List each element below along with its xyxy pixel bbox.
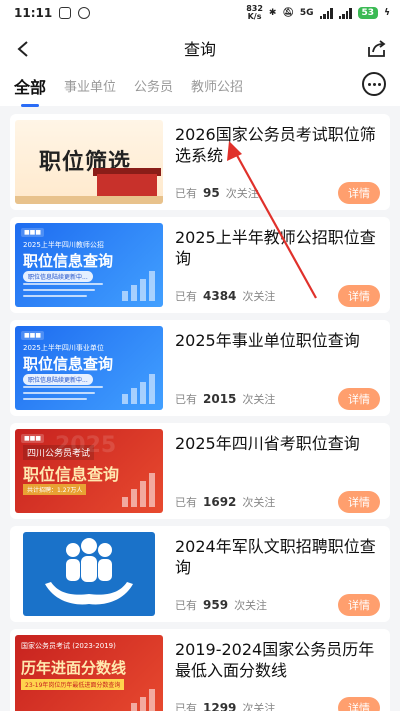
ground-shape xyxy=(15,196,163,204)
item-title: 2026国家公务员考试职位筛选系统 xyxy=(175,125,376,165)
tab-teacher-recruitment[interactable]: 教师公招 xyxy=(191,74,243,95)
thumbnail-bar-graphic xyxy=(122,374,155,404)
mute-icon: 🔕︎ xyxy=(282,8,294,18)
brand-logo: ■■■ xyxy=(21,331,45,340)
details-button[interactable]: 详情 xyxy=(338,388,380,410)
data-saver-icon xyxy=(78,7,91,19)
thumbnail-subtitle: 2025上半年四川事业单位 xyxy=(23,344,104,352)
follow-prefix: 已有 xyxy=(175,187,197,200)
follow-prefix: 已有 xyxy=(175,393,197,406)
status-bar: 11:11 832 K/s ✱ 🔕︎ 5G 53 ϟ xyxy=(0,0,400,26)
net-speed-unit: K/s xyxy=(247,12,262,21)
more-options-icon xyxy=(367,82,371,86)
thumbnail-title: 职位信息查询 xyxy=(23,252,114,270)
list-item[interactable]: ■■■ 2025上半年四川教师公招 职位信息查询 职位信息陆续更新中... 20… xyxy=(10,217,390,313)
thumbnail-bar-graphic xyxy=(131,689,155,711)
item-title: 2025年四川省考职位查询 xyxy=(175,434,360,453)
follow-prefix: 已有 xyxy=(175,599,197,612)
thumbnail-text-lines xyxy=(23,386,103,404)
list-item[interactable]: ■■■ 2025上半年四川事业单位 职位信息查询 职位信息陆续更新中... 20… xyxy=(10,320,390,416)
details-button[interactable]: 详情 xyxy=(338,182,380,204)
item-thumbnail: ■■■ 2025上半年四川事业单位 职位信息查询 职位信息陆续更新中... xyxy=(15,326,163,410)
follow-prefix: 已有 xyxy=(175,702,197,711)
follow-count: 959 xyxy=(203,598,229,612)
item-title: 2024年军队文职招聘职位查询 xyxy=(175,537,376,577)
thumbnail-subtitle: 2025上半年四川教师公招 xyxy=(23,241,104,249)
item-thumbnail: 2025 ■■■ 四川公务员考试 职位信息查询 共计招聘：1.27万人 xyxy=(15,429,163,513)
follow-count: 2015 xyxy=(203,392,237,406)
signal-icon xyxy=(319,7,333,19)
thumbnail-title: 职位信息查询 xyxy=(23,355,114,373)
details-button[interactable]: 详情 xyxy=(338,285,380,307)
follow-suffix: 次关注 xyxy=(242,702,276,711)
query-list: 职位筛选 2026国家公务员考试职位筛选系统 已有 95 次关注 详情 ■■■ … xyxy=(0,106,400,711)
net-speed: 832 K/s xyxy=(246,5,263,21)
signal-icon-2 xyxy=(338,7,352,19)
list-item[interactable]: 国家公务员考试 (2023-2019) 历年进面分数线 23-19年岗位历年最低… xyxy=(10,629,390,711)
details-button[interactable]: 详情 xyxy=(338,594,380,616)
thumbnail-title: 职位信息查询 xyxy=(23,465,120,484)
follow-prefix: 已有 xyxy=(175,496,197,509)
follow-suffix: 次关注 xyxy=(234,599,268,612)
network-type: 5G xyxy=(299,8,314,18)
tab-public-institution[interactable]: 事业单位 xyxy=(64,74,116,95)
list-item[interactable]: 2025 ■■■ 四川公务员考试 职位信息查询 共计招聘：1.27万人 2025… xyxy=(10,423,390,519)
share-button[interactable] xyxy=(364,36,390,62)
app-notification-icon xyxy=(59,7,72,19)
bluetooth-icon: ✱ xyxy=(268,8,277,18)
tab-all[interactable]: 全部 xyxy=(14,74,46,98)
item-thumbnail: ■■■ 2025上半年四川教师公招 职位信息查询 职位信息陆续更新中... xyxy=(15,223,163,307)
item-thumbnail: 职位筛选 xyxy=(15,120,163,204)
follow-count: 95 xyxy=(203,186,220,200)
category-tabs: 全部 事业单位 公务员 教师公招 xyxy=(0,70,400,106)
list-item[interactable]: 2024年军队文职招聘职位查询 已有 959 次关注 详情 xyxy=(10,526,390,622)
item-thumbnail xyxy=(15,532,163,616)
thumbnail-bar-graphic xyxy=(122,271,155,301)
people-hands-icon xyxy=(45,538,133,605)
details-button[interactable]: 详情 xyxy=(338,697,380,711)
item-title: 2025上半年教师公招职位查询 xyxy=(175,228,376,268)
follow-suffix: 次关注 xyxy=(242,393,276,406)
brand-logo: ■■■ xyxy=(21,434,45,443)
thumbnail-pill: 职位信息陆续更新中... xyxy=(23,271,93,282)
follow-suffix: 次关注 xyxy=(225,187,259,200)
page-title: 查询 xyxy=(183,40,216,59)
item-title: 2019-2024国家公务员历年最低入面分数线 xyxy=(175,640,375,680)
thumbnail-pill: 23-19年岗位历年最低进面分数查询 xyxy=(21,679,125,690)
follow-count: 1299 xyxy=(203,701,237,711)
battery-icon: 53 xyxy=(357,7,379,19)
thumbnail-text-lines xyxy=(23,283,103,301)
item-thumbnail: 国家公务员考试 (2023-2019) 历年进面分数线 23-19年岗位历年最低… xyxy=(15,635,163,711)
nav-bar: 查询 xyxy=(0,26,400,70)
share-icon xyxy=(368,40,386,57)
back-button[interactable] xyxy=(10,36,36,62)
follow-count: 4384 xyxy=(203,289,237,303)
thumbnail-title: 历年进面分数线 xyxy=(21,659,127,677)
follow-suffix: 次关注 xyxy=(242,290,276,303)
list-item[interactable]: 职位筛选 2026国家公务员考试职位筛选系统 已有 95 次关注 详情 xyxy=(10,114,390,210)
brand-logo: ■■■ xyxy=(21,228,45,237)
thumbnail-subtitle: 四川公务员考试 xyxy=(23,445,95,460)
thumbnail-subtitle: 国家公务员考试 (2023-2019) xyxy=(21,642,116,650)
thumbnail-bar-graphic xyxy=(122,473,155,507)
thumbnail-pill: 共计招聘：1.27万人 xyxy=(23,484,87,495)
follow-prefix: 已有 xyxy=(175,290,197,303)
details-button[interactable]: 详情 xyxy=(338,491,380,513)
back-arrow-icon xyxy=(17,41,28,57)
thumbnail-pill: 职位信息陆续更新中... xyxy=(23,374,93,385)
more-options-button[interactable] xyxy=(362,72,386,96)
tab-civil-servant[interactable]: 公务员 xyxy=(134,74,173,95)
status-time: 11:11 xyxy=(14,6,53,20)
item-title: 2025年事业单位职位查询 xyxy=(175,331,360,350)
follow-count: 1692 xyxy=(203,495,237,509)
charging-icon: ϟ xyxy=(384,8,390,18)
follow-suffix: 次关注 xyxy=(242,496,276,509)
